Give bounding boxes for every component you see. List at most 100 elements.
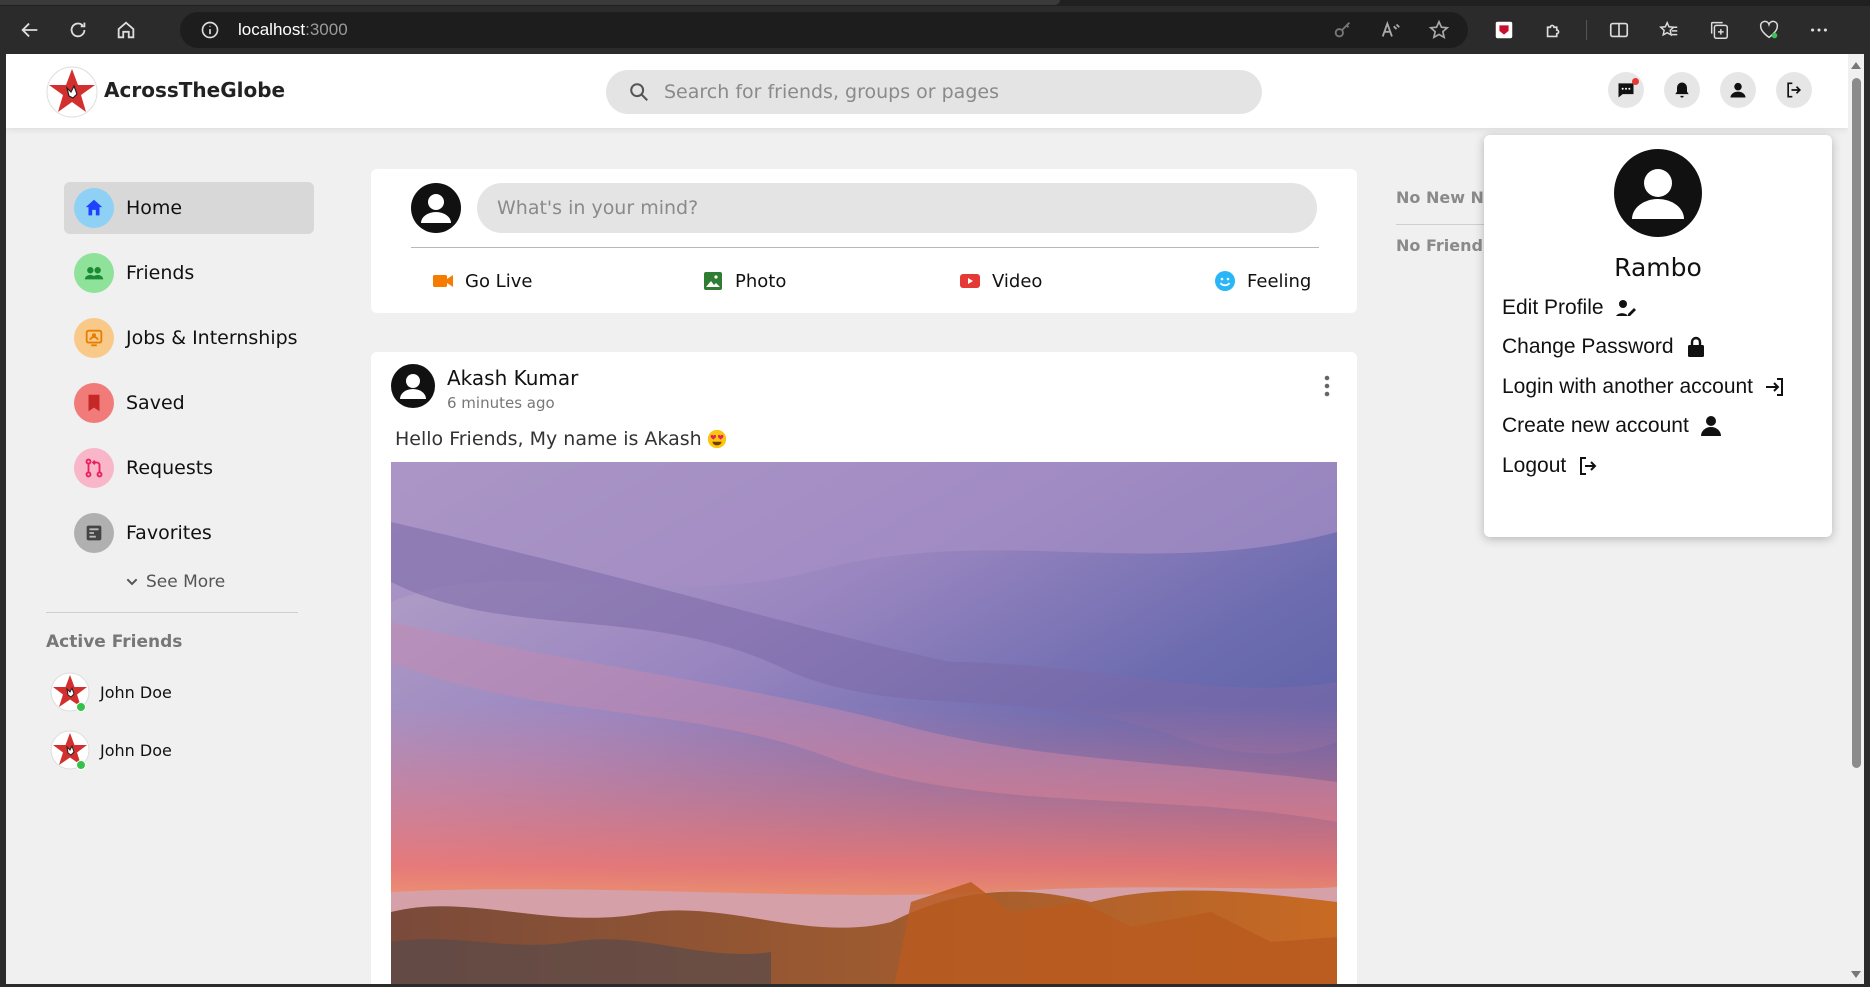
settings-menu-button[interactable] bbox=[1801, 12, 1837, 48]
create-account-label: Create new account bbox=[1502, 414, 1689, 437]
edit-profile-item[interactable]: Edit Profile bbox=[1502, 296, 1638, 320]
chevron-down-icon bbox=[126, 578, 138, 586]
back-button[interactable] bbox=[12, 12, 48, 48]
profile-button[interactable] bbox=[1720, 72, 1756, 108]
bookmark-icon bbox=[74, 383, 114, 423]
reload-button[interactable] bbox=[60, 12, 96, 48]
login-another-account-item[interactable]: Login with another account bbox=[1502, 375, 1787, 399]
scrollbar-thumb[interactable] bbox=[1852, 78, 1861, 768]
active-friend-item[interactable]: John Doe bbox=[50, 730, 172, 770]
user-avatar-icon[interactable] bbox=[411, 183, 461, 233]
see-more-button[interactable]: See More bbox=[124, 572, 225, 592]
friend-avatar bbox=[50, 672, 90, 712]
edit-user-icon bbox=[1615, 300, 1636, 316]
feeling-label: Feeling bbox=[1247, 270, 1312, 292]
notifications-button[interactable] bbox=[1664, 72, 1700, 108]
heart-pulse-icon bbox=[1759, 20, 1779, 39]
collections-button[interactable] bbox=[1701, 12, 1737, 48]
unread-badge bbox=[1632, 78, 1639, 85]
edit-profile-label: Edit Profile bbox=[1502, 296, 1604, 319]
sidebar-item-label: Friends bbox=[126, 262, 195, 284]
post-input[interactable] bbox=[477, 183, 1317, 233]
jobs-icon bbox=[74, 318, 114, 358]
read-aloud-icon[interactable] bbox=[1380, 19, 1402, 41]
sidebar-item-saved[interactable]: Saved bbox=[64, 377, 314, 429]
favorites-button[interactable] bbox=[1651, 12, 1687, 48]
logout-label: Logout bbox=[1502, 454, 1567, 477]
messages-button[interactable] bbox=[1608, 72, 1644, 108]
post-author[interactable]: Akash Kumar bbox=[447, 366, 578, 390]
logout-icon bbox=[1787, 82, 1802, 98]
author-avatar-icon[interactable] bbox=[391, 364, 435, 408]
logout-item[interactable]: Logout bbox=[1502, 454, 1600, 478]
sidebar-item-home[interactable]: Home bbox=[64, 182, 314, 234]
split-screen-button[interactable] bbox=[1601, 12, 1637, 48]
smiley-icon bbox=[1215, 271, 1235, 291]
sidebar-item-favorites[interactable]: Favorites bbox=[64, 507, 314, 559]
online-indicator bbox=[76, 702, 86, 712]
photo-button[interactable]: Photo bbox=[701, 269, 786, 293]
search-icon bbox=[630, 83, 648, 101]
scroll-down-arrow-icon[interactable] bbox=[1851, 971, 1861, 978]
friend-avatar bbox=[50, 730, 90, 770]
page-viewport: AcrossTheGlobe Home bbox=[6, 54, 1848, 984]
extensions-button[interactable] bbox=[1536, 12, 1572, 48]
app-header: AcrossTheGlobe bbox=[6, 54, 1848, 128]
video-button[interactable]: Video bbox=[958, 269, 1042, 293]
home-button[interactable] bbox=[108, 12, 144, 48]
collections-icon bbox=[1710, 21, 1728, 39]
sidebar-item-label: Requests bbox=[126, 457, 214, 479]
more-vertical-icon[interactable] bbox=[1323, 374, 1331, 398]
scroll-up-arrow-icon[interactable] bbox=[1851, 62, 1861, 69]
active-friends-title: Active Friends bbox=[46, 632, 183, 652]
no-friend-requests-text: No Friend bbox=[1396, 236, 1483, 255]
sidebar-item-requests[interactable]: Requests bbox=[64, 442, 314, 494]
profile-avatar-icon bbox=[1614, 149, 1702, 237]
no-notifications-text: No New No bbox=[1396, 188, 1495, 207]
post-card: Akash Kumar 6 minutes ago Hello Friends,… bbox=[371, 352, 1357, 984]
search-input[interactable] bbox=[664, 81, 1224, 103]
profile-name: Rambo bbox=[1614, 253, 1702, 282]
browser-essentials-button[interactable] bbox=[1751, 12, 1787, 48]
sidebar-item-label: Saved bbox=[126, 392, 185, 414]
mcafee-extension[interactable] bbox=[1486, 12, 1522, 48]
active-friend-item[interactable]: John Doe bbox=[50, 672, 172, 712]
page-scrollbar[interactable] bbox=[1848, 54, 1864, 984]
url-host: localhost bbox=[238, 20, 306, 39]
sidebar-item-label: Home bbox=[126, 197, 183, 219]
more-horizontal-icon bbox=[1811, 28, 1827, 32]
brand-logo-icon[interactable] bbox=[46, 66, 98, 118]
reload-icon bbox=[70, 22, 86, 38]
see-more-label: See More bbox=[146, 572, 226, 592]
info-icon[interactable] bbox=[200, 20, 220, 40]
create-account-item[interactable]: Create new account bbox=[1502, 414, 1723, 438]
change-password-item[interactable]: Change Password bbox=[1502, 335, 1708, 359]
favorites-list-icon bbox=[1659, 20, 1678, 37]
favorites-icon bbox=[74, 513, 114, 553]
feeling-button[interactable]: Feeling bbox=[1213, 269, 1311, 293]
change-password-label: Change Password bbox=[1502, 335, 1674, 358]
post-text: Hello Friends, My name is Akash bbox=[395, 428, 728, 450]
back-arrow-icon bbox=[21, 22, 38, 38]
go-live-button[interactable]: Go Live bbox=[431, 269, 532, 293]
sidebar-item-jobs[interactable]: Jobs & Internships bbox=[64, 312, 314, 364]
friends-icon bbox=[74, 253, 114, 293]
address-bar-actions bbox=[1332, 19, 1450, 41]
logout-button[interactable] bbox=[1776, 72, 1812, 108]
search-bar[interactable] bbox=[606, 70, 1262, 114]
video-label: Video bbox=[992, 270, 1043, 292]
online-indicator bbox=[76, 760, 86, 770]
sidebar-item-friends[interactable]: Friends bbox=[64, 247, 314, 299]
login-icon bbox=[1766, 378, 1784, 396]
friend-name: John Doe bbox=[100, 682, 172, 702]
brand-name[interactable]: AcrossTheGlobe bbox=[104, 78, 285, 102]
favorite-star-icon[interactable] bbox=[1428, 19, 1450, 41]
post-image[interactable] bbox=[391, 462, 1337, 984]
key-icon[interactable] bbox=[1332, 19, 1354, 41]
sidebar-item-label: Jobs & Internships bbox=[126, 327, 298, 349]
requests-icon bbox=[74, 448, 114, 488]
split-screen-icon bbox=[1609, 22, 1629, 38]
logout-icon bbox=[1580, 457, 1597, 475]
address-bar[interactable]: localhost:3000 bbox=[180, 12, 1468, 48]
url-port: :3000 bbox=[305, 20, 348, 39]
